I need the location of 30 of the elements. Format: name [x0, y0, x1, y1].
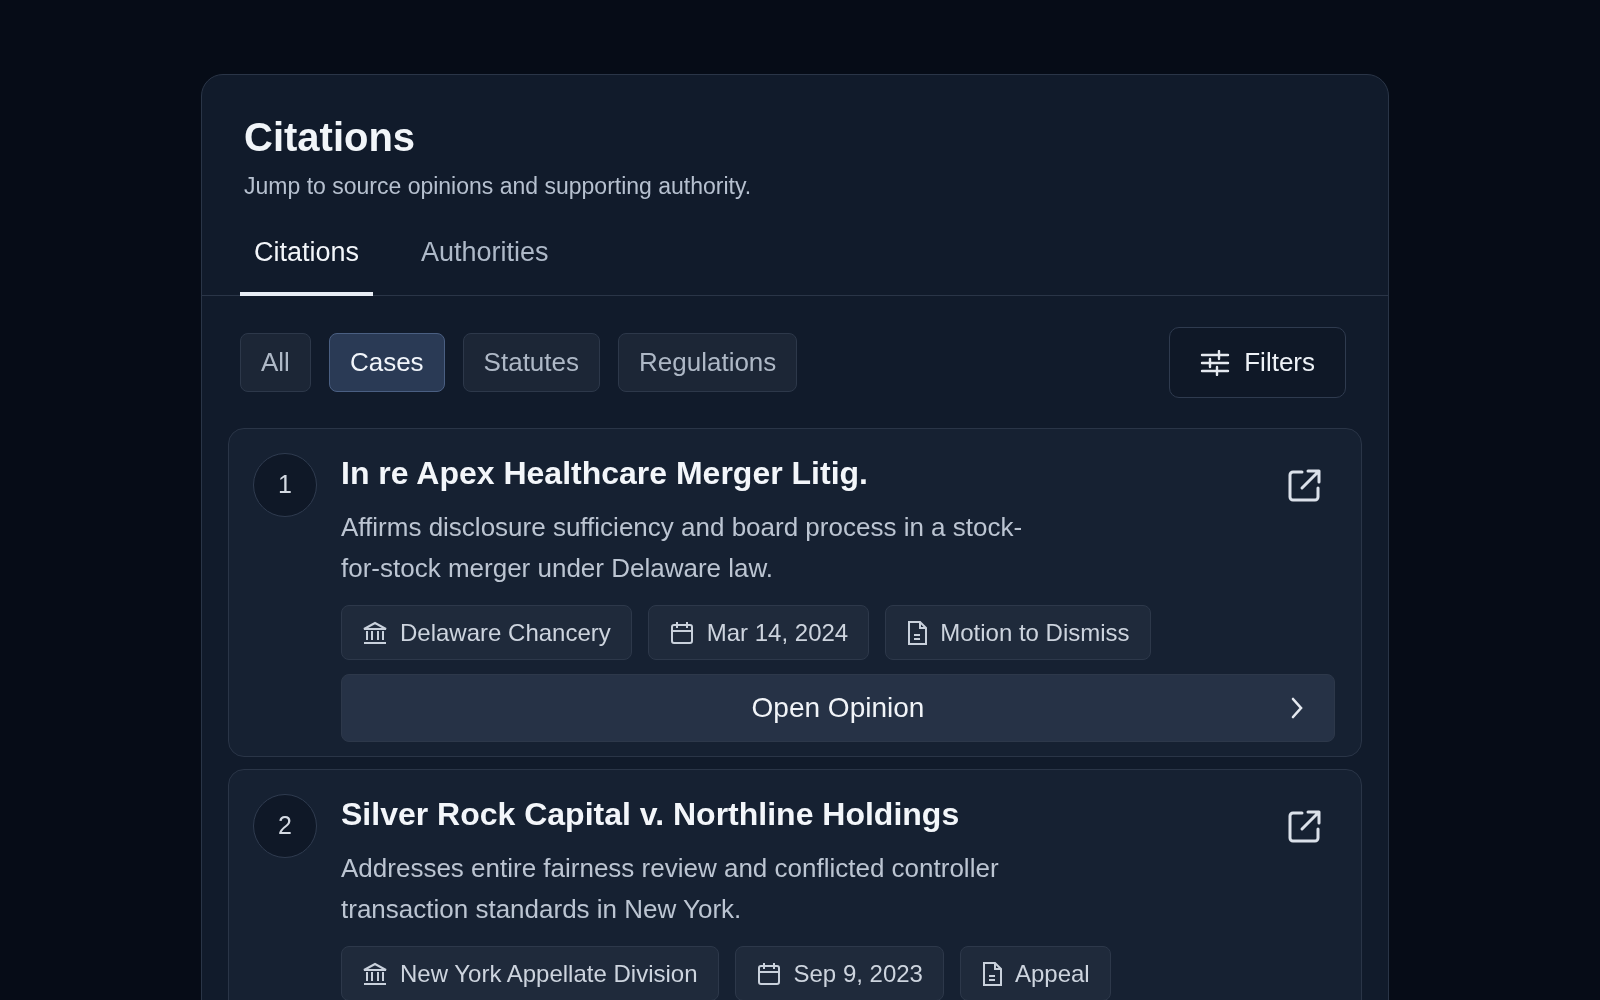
meta-text: Delaware Chancery	[400, 617, 611, 648]
citation-title[interactable]: In re Apex Healthcare Merger Litig.	[341, 451, 868, 495]
bank-icon	[362, 619, 388, 646]
tab[interactable]: Authorities	[407, 229, 563, 296]
filters-button[interactable]: Filters	[1169, 327, 1346, 398]
number-badge: 2	[253, 794, 317, 858]
filter-chip[interactable]: All	[240, 333, 311, 392]
document-icon	[980, 960, 1003, 987]
calendar-icon	[755, 960, 782, 987]
filter-chip[interactable]: Statutes	[462, 333, 600, 392]
meta-text: New York Appellate Division	[400, 958, 698, 989]
sliders-icon	[1200, 349, 1231, 376]
panel-title: Citations	[244, 114, 417, 161]
citation-description: Addresses entire fairness review and conflicted controller transaction standards in New York.	[341, 852, 1000, 926]
meta-text: Appeal	[1014, 958, 1090, 989]
filter-chip[interactable]: Regulations	[618, 333, 798, 392]
filter-chip[interactable]: Cases	[328, 333, 445, 392]
bank-icon	[362, 960, 388, 987]
meta-text: Mar 14, 2024	[706, 617, 849, 648]
citation-title[interactable]: Silver Rock Capital v. Northline Holdings	[341, 792, 960, 836]
panel-subtitle: Jump to source opinions and supporting authority.	[244, 172, 753, 201]
number-badge: 1	[253, 453, 317, 517]
calendar-icon	[668, 619, 695, 646]
document-icon	[906, 619, 929, 646]
citation-description: Affirms disclosure sufficiency and board process in a stock-for-stock merger under Delaware law.	[341, 511, 1024, 585]
chevron-icon	[1290, 696, 1304, 720]
tab[interactable]: Citations	[240, 229, 374, 296]
meta-text: Sep 9, 2023	[793, 958, 923, 989]
meta-text: Motion to Dismiss	[940, 617, 1130, 648]
open-opinion-button[interactable]: Open Opinion	[341, 674, 1335, 742]
